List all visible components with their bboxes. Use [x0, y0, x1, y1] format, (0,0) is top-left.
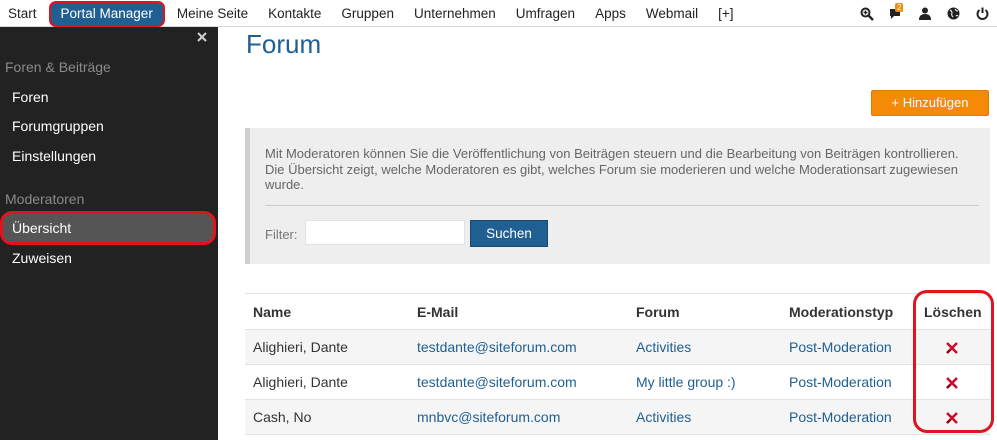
table-header-row: Name E-Mail Forum Moderationstyp Löschen: [245, 293, 990, 330]
table-row: Alighieri, Dante testdante@siteforum.com…: [245, 364, 990, 400]
globe-icon[interactable]: [939, 0, 968, 27]
cell-moderation-type[interactable]: Post-Moderation: [781, 399, 914, 435]
nav-item-start[interactable]: Start: [0, 0, 47, 27]
delete-column-highlight: [913, 290, 994, 433]
info-panel: Mit Moderatoren können Sie die Veröffent…: [245, 128, 990, 264]
header-name[interactable]: Name: [245, 293, 409, 330]
divider: [265, 205, 979, 206]
nav-item-gruppen[interactable]: Gruppen: [331, 0, 404, 27]
sidebar-item-zuweisen[interactable]: Zuweisen: [0, 243, 218, 273]
search-button[interactable]: Suchen: [470, 220, 548, 247]
sidebar-item-foren[interactable]: Foren: [0, 82, 218, 112]
cell-email[interactable]: testdante@siteforum.com: [409, 364, 628, 400]
sidebar-heading-foren: Foren & Beiträge: [5, 59, 111, 75]
nav-item-umfragen[interactable]: Umfragen: [506, 0, 585, 27]
cell-name: Cash, No: [245, 399, 409, 435]
cell-email[interactable]: testdante@siteforum.com: [409, 329, 628, 365]
filter-label: Filter:: [265, 227, 298, 242]
header-moderation-type[interactable]: Moderationstyp: [781, 293, 914, 330]
nav-item-more[interactable]: [+]: [708, 0, 743, 27]
top-icon-bar: 2: [852, 0, 997, 27]
cell-forum[interactable]: My little group :): [628, 364, 781, 400]
nav-item-meine-seite[interactable]: Meine Seite: [167, 0, 258, 27]
cell-name: Alighieri, Dante: [245, 329, 409, 365]
filter-input[interactable]: [305, 220, 465, 245]
sidebar-item-uebersicht[interactable]: Übersicht: [0, 211, 216, 245]
cell-forum[interactable]: Activities: [628, 329, 781, 365]
sidebar-item-forumgruppen[interactable]: Forumgruppen: [0, 111, 218, 141]
search-plus-icon[interactable]: [852, 0, 881, 27]
info-text: Mit Moderatoren können Sie die Veröffent…: [265, 146, 959, 192]
page-title: Forum: [246, 29, 322, 59]
power-icon[interactable]: [968, 0, 997, 27]
header-forum[interactable]: Forum: [628, 293, 781, 330]
sidebar-heading-moderatoren: Moderatoren: [5, 191, 85, 207]
nav-item-kontakte[interactable]: Kontakte: [258, 0, 331, 27]
nav-item-webmail[interactable]: Webmail: [636, 0, 708, 27]
moderators-table: Name E-Mail Forum Moderationstyp Löschen…: [245, 293, 990, 435]
notification-badge: 2: [895, 3, 904, 12]
nav-item-apps[interactable]: Apps: [585, 0, 636, 27]
cell-forum[interactable]: Activities: [628, 399, 781, 435]
top-navigation-bar: Start Portal Manager Meine Seite Kontakt…: [0, 0, 997, 27]
close-icon[interactable]: [195, 30, 209, 44]
table-row: Alighieri, Dante testdante@siteforum.com…: [245, 329, 990, 365]
sidebar: Foren & Beiträge Foren Forumgruppen Eins…: [0, 27, 218, 440]
cell-email[interactable]: mnbvc@siteforum.com: [409, 399, 628, 435]
table-row: Cash, No mnbvc@siteforum.com Activities …: [245, 399, 990, 435]
user-icon[interactable]: [910, 0, 939, 27]
cell-moderation-type[interactable]: Post-Moderation: [781, 329, 914, 365]
main-menu: Start Portal Manager Meine Seite Kontakt…: [0, 0, 744, 27]
sidebar-item-einstellungen[interactable]: Einstellungen: [0, 141, 218, 171]
cell-name: Alighieri, Dante: [245, 364, 409, 400]
header-email[interactable]: E-Mail: [409, 293, 628, 330]
nav-item-unternehmen[interactable]: Unternehmen: [404, 0, 506, 27]
comments-icon[interactable]: 2: [881, 0, 910, 27]
add-button[interactable]: + Hinzufügen: [871, 90, 989, 116]
cell-moderation-type[interactable]: Post-Moderation: [781, 364, 914, 400]
nav-item-portal-manager[interactable]: Portal Manager: [48, 0, 165, 27]
